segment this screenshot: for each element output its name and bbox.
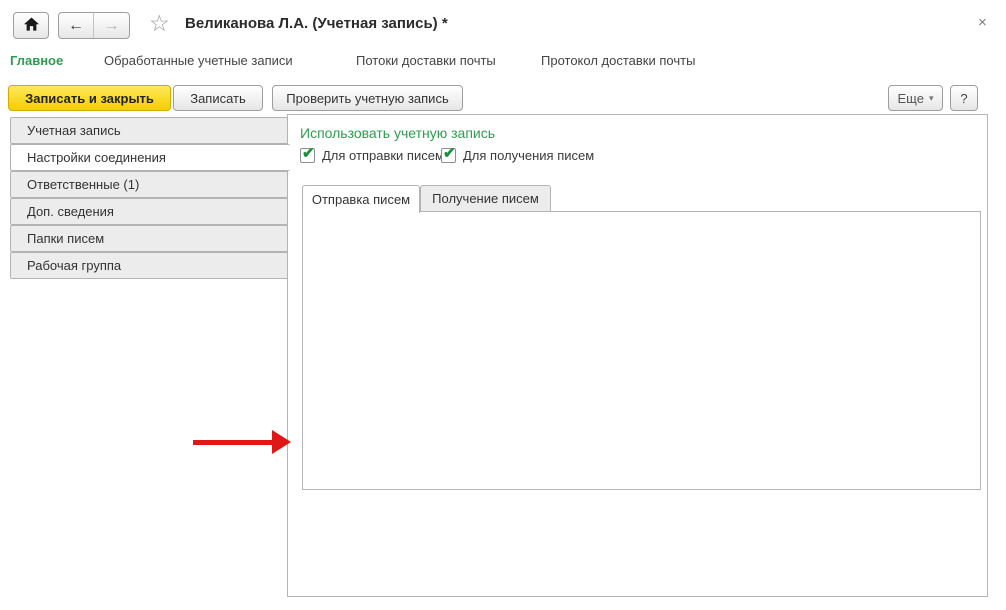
sidebar-item-mail-folders[interactable]: Папки писем: [10, 225, 288, 252]
checkbox-label: Для получения писем: [463, 148, 594, 163]
sidebar-item-label: Настройки соединения: [27, 150, 166, 165]
menu-item-processed-accounts[interactable]: Обработанные учетные записи: [104, 53, 293, 68]
home-button[interactable]: [13, 12, 49, 39]
favorite-star-icon[interactable]: ☆: [149, 12, 170, 35]
checkbox-use-for-receiving[interactable]: ✔ Для получения писем: [441, 148, 594, 163]
sidebar-item-label: Доп. сведения: [27, 204, 114, 219]
sidebar-item-label: Рабочая группа: [27, 258, 121, 273]
sidebar-item-work-group[interactable]: Рабочая группа: [10, 252, 288, 279]
check-icon: ✔: [443, 144, 456, 162]
save-and-close-button[interactable]: Записать и закрыть: [8, 85, 171, 111]
sidebar-item-account[interactable]: Учетная запись: [10, 117, 288, 144]
more-button-label: Еще: [898, 91, 924, 106]
use-account-heading: Использовать учетную запись: [300, 125, 495, 141]
checkbox-box: ✔: [441, 148, 456, 163]
annotation-arrow-shaft: [193, 440, 274, 445]
menu-item-glavnoe[interactable]: Главное: [10, 53, 63, 68]
more-button[interactable]: Еще ▾: [888, 85, 943, 111]
annotation-arrow: [193, 430, 293, 454]
sidebar-item-label: Ответственные (1): [27, 177, 139, 192]
close-icon[interactable]: ×: [978, 14, 987, 31]
checkbox-use-for-sending[interactable]: ✔ Для отправки писем: [300, 148, 444, 163]
app-window: ← → ☆ Великанова Л.А. (Учетная запись) *…: [0, 0, 1006, 610]
sidebar-item-additional-info[interactable]: Доп. сведения: [10, 198, 288, 225]
back-button[interactable]: ←: [59, 13, 94, 38]
checkbox-box: ✔: [300, 148, 315, 163]
sending-settings-panel: [302, 211, 981, 490]
sidebar-item-responsible[interactable]: Ответственные (1): [10, 171, 288, 198]
checkbox-label: Для отправки писем: [322, 148, 444, 163]
check-icon: ✔: [302, 144, 315, 162]
window-title: Великанова Л.А. (Учетная запись) *: [185, 15, 448, 32]
sidebar-item-label: Папки писем: [27, 231, 104, 246]
menu-item-delivery-protocol[interactable]: Протокол доставки почты: [541, 53, 695, 68]
home-icon: [24, 17, 39, 34]
sidebar-item-connection-settings[interactable]: Настройки соединения: [10, 144, 290, 171]
history-nav-group: ← →: [58, 12, 130, 39]
help-button[interactable]: ?: [950, 85, 978, 111]
annotation-arrow-head: [272, 430, 291, 454]
menu-item-delivery-streams[interactable]: Потоки доставки почты: [356, 53, 496, 68]
chevron-down-icon: ▾: [929, 93, 934, 104]
tab-receiving-mail[interactable]: Получение писем: [420, 185, 551, 212]
save-button[interactable]: Записать: [173, 85, 263, 111]
forward-button[interactable]: →: [94, 13, 129, 38]
forward-arrow-icon: →: [104, 17, 120, 35]
sidebar-item-label: Учетная запись: [27, 123, 121, 138]
back-arrow-icon: ←: [68, 17, 84, 35]
tab-sending-mail[interactable]: Отправка писем: [302, 185, 420, 213]
check-account-button[interactable]: Проверить учетную запись: [272, 85, 463, 111]
